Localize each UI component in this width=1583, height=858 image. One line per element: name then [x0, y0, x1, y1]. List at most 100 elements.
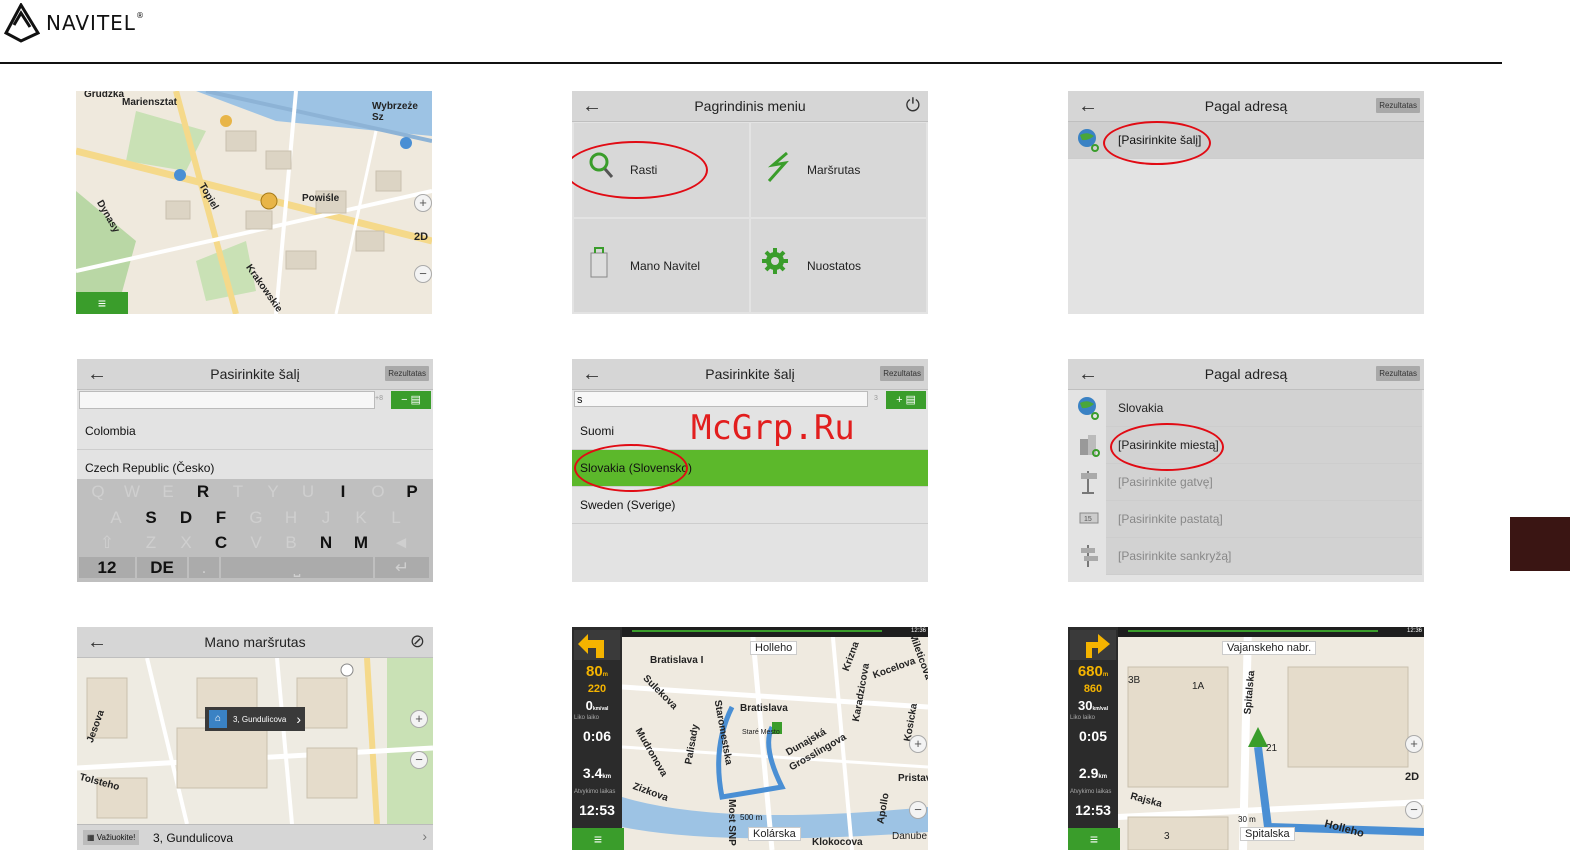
street-label: Most SNP	[725, 799, 737, 846]
time-left: 0:06	[582, 728, 612, 744]
space-key[interactable]: ⎵	[221, 557, 373, 578]
main-menu-button[interactable]: ≡	[76, 292, 128, 314]
zoom-in-button[interactable]: +	[1405, 735, 1423, 753]
zoom-in-button[interactable]: +	[410, 710, 428, 728]
menu-icon: ≡	[1089, 831, 1099, 847]
key[interactable]: B	[276, 532, 306, 553]
backspace-key[interactable]: ◄	[381, 532, 421, 553]
time-left-label: Liko laiko	[574, 715, 600, 721]
search-input[interactable]	[79, 391, 375, 409]
power-icon[interactable]: ⏻	[906, 95, 920, 116]
place-label: Grudzka	[84, 91, 125, 100]
key[interactable]: L	[381, 507, 411, 528]
street-label: Bratislava I	[650, 655, 704, 666]
title-bar: ← Mano maršrutas ⊘	[77, 627, 433, 658]
shift-key[interactable]: ⇧	[91, 532, 123, 553]
screen-my-route: ← Mano maršrutas ⊘ ⌂ 3, Gundulicova › Je…	[77, 627, 433, 850]
key[interactable]: F	[206, 507, 236, 528]
list-item[interactable]: Slovakia	[1106, 390, 1422, 427]
city-icon	[1080, 435, 1100, 457]
menu-tile-nuostatos[interactable]: Nuostatos	[751, 219, 926, 312]
chevron-right-icon[interactable]: ›	[422, 828, 427, 844]
view-mode-2d-button[interactable]: 2D	[1405, 771, 1419, 783]
gear-icon	[762, 248, 788, 274]
list-item[interactable]: [Pasirinkite sankryžą]	[1106, 538, 1422, 575]
title-bar: ← Pasirinkite šalį Rezultatas	[572, 359, 928, 390]
place-label: Powiśle	[302, 193, 340, 204]
map-canvas[interactable]	[77, 658, 433, 824]
key[interactable]: O	[363, 481, 393, 502]
turn-arrow-icon	[574, 630, 620, 660]
footer-address: 3, Gundulicova	[153, 831, 234, 845]
time-left: 0:05	[1078, 728, 1108, 744]
key[interactable]: N	[311, 532, 341, 553]
scale-label: 500 m	[740, 813, 763, 822]
enter-key[interactable]: ↵	[375, 557, 429, 578]
arrival-label: Atvykimo laikas	[574, 789, 616, 795]
key[interactable]: H	[276, 507, 306, 528]
svg-text:15: 15	[1084, 516, 1092, 523]
keyboard-toggle-button[interactable]: − ▤	[391, 391, 431, 409]
numbers-key[interactable]: 12	[79, 557, 135, 578]
dot-key[interactable]: .	[189, 557, 219, 578]
globe-icon	[1078, 129, 1099, 152]
key[interactable]: S	[136, 507, 166, 528]
distance-left: 2.9km	[1078, 765, 1108, 781]
key[interactable]: W	[117, 481, 147, 502]
title-bar: ← Pagal adresą Rezultatas	[1068, 91, 1424, 122]
result-button[interactable]: Rezultatas	[385, 366, 429, 381]
key[interactable]: K	[346, 507, 376, 528]
result-button[interactable]: Rezultatas	[1376, 98, 1420, 113]
list-item[interactable]: Colombia	[77, 413, 433, 450]
key[interactable]: D	[171, 507, 201, 528]
search-input[interactable]: s	[574, 391, 868, 407]
keyboard-toggle-button[interactable]: + ▤	[886, 391, 926, 409]
key[interactable]: U	[293, 481, 323, 502]
main-menu-button[interactable]: ≡	[572, 828, 624, 850]
result-button[interactable]: Rezultatas	[1376, 366, 1420, 381]
turn-distance: 680m	[1077, 663, 1109, 680]
turn-arrow-icon	[1070, 630, 1116, 660]
key[interactable]: R	[188, 481, 218, 502]
go-button[interactable]: ▦ Važiuokite!	[83, 830, 140, 845]
key[interactable]: Z	[136, 532, 166, 553]
next-turn-distance: 860	[1083, 683, 1103, 695]
zoom-in-button[interactable]: +	[414, 194, 432, 212]
zoom-out-button[interactable]: −	[1405, 801, 1423, 819]
place-label: Wybrzeże Sz	[372, 101, 418, 123]
view-mode-2d-button[interactable]: 2D	[414, 231, 428, 243]
result-button[interactable]: Rezultatas	[880, 366, 924, 381]
key[interactable]: P	[397, 481, 427, 502]
list-item[interactable]: [Pasirinkite pastatą]	[1106, 501, 1422, 538]
page-title: Pagal adresą	[1204, 366, 1288, 382]
language-key[interactable]: DE	[137, 557, 187, 578]
checkered-flag-icon: ▦	[87, 833, 97, 842]
zoom-in-button[interactable]: +	[909, 735, 927, 753]
key[interactable]: Y	[258, 481, 288, 502]
destination-pin[interactable]: ⌂ 3, Gundulicova ›	[205, 707, 305, 731]
menu-tile-mano-navitel[interactable]: Mano Navitel	[574, 219, 749, 312]
result-count: +8	[375, 395, 383, 402]
page-title: Pagal adresą	[1204, 98, 1288, 114]
key[interactable]: E	[153, 481, 183, 502]
zoom-out-button[interactable]: −	[410, 751, 428, 769]
list-item[interactable]: Sweden (Sverige)	[572, 487, 928, 524]
key[interactable]: J	[311, 507, 341, 528]
main-menu-button[interactable]: ≡	[1068, 828, 1120, 850]
nav-hud: 680m 860 30km/val Liko laiko 0:05 2.9km …	[1068, 627, 1118, 850]
menu-tile-marsrutas[interactable]: Maršrutas	[751, 123, 926, 217]
current-street: Kolárska	[748, 827, 801, 841]
key[interactable]: X	[171, 532, 201, 553]
screen-navigation-route: 80m 220 0km/val Liko laiko 0:06 3.4km At…	[572, 627, 928, 850]
route-off-icon[interactable]: ⊘	[410, 631, 425, 652]
key[interactable]: A	[101, 507, 131, 528]
zoom-out-button[interactable]: −	[909, 801, 927, 819]
key[interactable]: T	[223, 481, 253, 502]
key[interactable]: G	[241, 507, 271, 528]
zoom-out-button[interactable]: −	[414, 265, 432, 283]
key[interactable]: V	[241, 532, 271, 553]
key[interactable]: M	[346, 532, 376, 553]
key[interactable]: C	[206, 532, 236, 553]
key[interactable]: I	[328, 481, 358, 502]
key[interactable]: Q	[83, 481, 113, 502]
